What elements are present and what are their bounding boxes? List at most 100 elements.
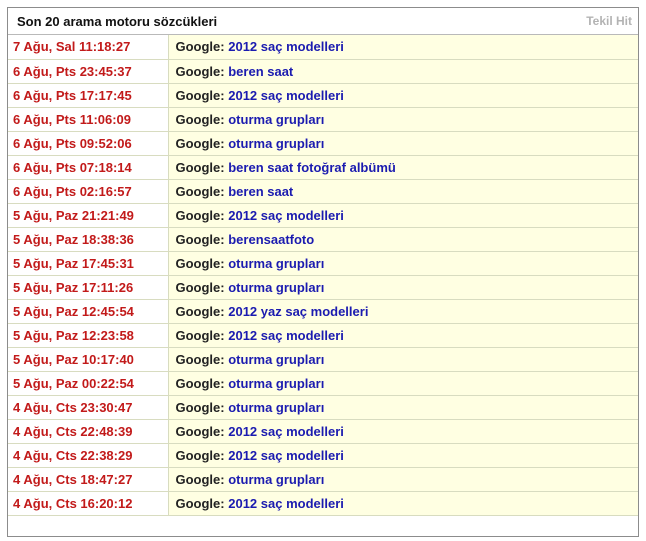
search-query-cell: Google: 2012 saç modelleri xyxy=(168,419,638,444)
panel-header: Son 20 arama motoru sözcükleri Tekil Hit xyxy=(8,8,638,35)
visit-timestamp: 6 Ağu, Pts 02:16:57 xyxy=(8,179,169,204)
search-query-cell: Google: oturma grupları xyxy=(168,395,638,420)
search-query-cell: Google: oturma grupları xyxy=(168,107,638,132)
visit-timestamp: 4 Ağu, Cts 22:38:29 xyxy=(8,443,169,468)
visit-timestamp: 4 Ağu, Cts 16:20:12 xyxy=(8,491,169,516)
table-row: 5 Ağu, Paz 17:11:26 Google: oturma grupla… xyxy=(8,275,638,300)
search-query-cell: Google: 2012 saç modelleri xyxy=(168,323,638,348)
visit-timestamp: 6 Ağu, Pts 23:45:37 xyxy=(8,59,169,84)
search-engine-label: Google: xyxy=(175,279,225,295)
panel-title: Son 20 arama motoru sözcükleri xyxy=(17,13,218,29)
search-keyword-link[interactable]: oturma grupları xyxy=(228,256,324,271)
visit-timestamp: 6 Ağu, Pts 17:17:45 xyxy=(8,83,169,108)
search-engine-label: Google: xyxy=(175,303,225,319)
search-keyword-link[interactable]: oturma grupları xyxy=(228,280,324,295)
search-engine-label: Google: xyxy=(175,495,225,511)
table-row: 5 Ağu, Paz 17:45:31 Google: oturma grupla… xyxy=(8,251,638,276)
search-keyword-link[interactable]: beren saat xyxy=(228,184,293,199)
table-row: 5 Ağu, Paz 00:22:54 Google: oturma grupla… xyxy=(8,371,638,396)
search-query-cell: Google: 2012 saç modelleri xyxy=(168,203,638,228)
search-keyword-link[interactable]: berensaatfoto xyxy=(228,232,314,247)
search-keyword-link[interactable]: beren saat fotoğraf albümü xyxy=(228,160,396,175)
table-row: 4 Ağu, Cts 18:47:27 Google: oturma grupla… xyxy=(8,467,638,492)
search-keyword-link[interactable]: oturma grupları xyxy=(228,472,324,487)
search-keyword-link[interactable]: oturma grupları xyxy=(228,112,324,127)
table-row: 6 Ağu, Pts 07:18:14 Google: beren saat fo… xyxy=(8,155,638,180)
visit-timestamp: 5 Ağu, Paz 00:22:54 xyxy=(8,371,169,396)
search-engine-label: Google: xyxy=(175,231,225,247)
visit-timestamp: 6 Ağu, Pts 09:52:06 xyxy=(8,131,169,156)
search-keyword-link[interactable]: 2012 saç modelleri xyxy=(228,208,344,223)
search-query-cell: Google: oturma grupları xyxy=(168,347,638,372)
visit-timestamp: 4 Ağu, Cts 22:48:39 xyxy=(8,419,169,444)
search-engine-label: Google: xyxy=(175,255,225,271)
search-engine-label: Google: xyxy=(175,423,225,439)
search-engine-label: Google: xyxy=(175,471,225,487)
visit-timestamp: 4 Ağu, Cts 18:47:27 xyxy=(8,467,169,492)
search-engine-label: Google: xyxy=(175,207,225,223)
visit-timestamp: 5 Ağu, Paz 17:45:31 xyxy=(8,251,169,276)
table-row: 4 Ağu, Cts 16:20:12 Google: 2012 saç mode… xyxy=(8,491,638,516)
search-engine-label: Google: xyxy=(175,327,225,343)
search-keyword-link[interactable]: 2012 yaz saç modelleri xyxy=(228,304,368,319)
visit-timestamp: 7 Ağu, Sal 11:18:27 xyxy=(8,35,169,60)
search-keyword-link[interactable]: 2012 saç modelleri xyxy=(228,496,344,511)
search-engine-label: Google: xyxy=(175,87,225,103)
visit-timestamp: 6 Ağu, Pts 11:06:09 xyxy=(8,107,169,132)
search-query-cell: Google: oturma grupları xyxy=(168,371,638,396)
search-keyword-link[interactable]: 2012 saç modelleri xyxy=(228,424,344,439)
search-engine-label: Google: xyxy=(175,351,225,367)
search-query-cell: Google: 2012 saç modelleri xyxy=(168,443,638,468)
search-engine-label: Google: xyxy=(175,39,225,55)
visit-timestamp: 5 Ağu, Paz 21:21:49 xyxy=(8,203,169,228)
keywords-table-body: 7 Ağu, Sal 11:18:27 Google: 2012 saç mode… xyxy=(8,35,638,516)
search-query-cell: Google: oturma grupları xyxy=(168,275,638,300)
table-row: 5 Ağu, Paz 21:21:49 Google: 2012 saç mode… xyxy=(8,203,638,228)
search-engine-label: Google: xyxy=(175,159,225,175)
table-row: 5 Ağu, Paz 10:17:40 Google: oturma grupla… xyxy=(8,347,638,372)
table-row: 6 Ağu, Pts 17:17:45 Google: 2012 saç mode… xyxy=(8,83,638,108)
search-query-cell: Google: beren saat xyxy=(168,59,638,84)
visit-timestamp: 5 Ağu, Paz 18:38:36 xyxy=(8,227,169,252)
search-keyword-link[interactable]: beren saat xyxy=(228,64,293,79)
visit-timestamp: 5 Ağu, Paz 10:17:40 xyxy=(8,347,169,372)
visit-timestamp: 5 Ağu, Paz 12:45:54 xyxy=(8,299,169,324)
table-row: 6 Ağu, Pts 02:16:57 Google: beren saat xyxy=(8,179,638,204)
table-row: 7 Ağu, Sal 11:18:27 Google: 2012 saç mode… xyxy=(8,35,638,60)
table-row: 4 Ağu, Cts 22:48:39 Google: 2012 saç mode… xyxy=(8,419,638,444)
search-query-cell: Google: 2012 saç modelleri xyxy=(168,491,638,516)
search-keyword-link[interactable]: oturma grupları xyxy=(228,400,324,415)
table-row: 5 Ağu, Paz 12:45:54 Google: 2012 yaz saç … xyxy=(8,299,638,324)
visit-timestamp: 5 Ağu, Paz 17:11:26 xyxy=(8,275,169,300)
search-query-cell: Google: oturma grupları xyxy=(168,467,638,492)
search-keyword-link[interactable]: oturma grupları xyxy=(228,352,324,367)
search-keyword-link[interactable]: oturma grupları xyxy=(228,376,324,391)
visit-timestamp: 5 Ağu, Paz 12:23:58 xyxy=(8,323,169,348)
search-engine-label: Google: xyxy=(175,111,225,127)
search-keyword-link[interactable]: 2012 saç modelleri xyxy=(228,328,344,343)
search-query-cell: Google: oturma grupları xyxy=(168,251,638,276)
table-row: 4 Ağu, Cts 23:30:47 Google: oturma grupla… xyxy=(8,395,638,420)
visit-timestamp: 4 Ağu, Cts 23:30:47 xyxy=(8,395,169,420)
search-query-cell: Google: berensaatfoto xyxy=(168,227,638,252)
search-query-cell: Google: oturma grupları xyxy=(168,131,638,156)
search-keyword-link[interactable]: 2012 saç modelleri xyxy=(228,39,344,54)
search-engine-label: Google: xyxy=(175,183,225,199)
table-row: 6 Ağu, Pts 23:45:37 Google: beren saat xyxy=(8,59,638,84)
table-row: 6 Ağu, Pts 09:52:06 Google: oturma grupla… xyxy=(8,131,638,156)
search-engine-label: Google: xyxy=(175,447,225,463)
search-keyword-link[interactable]: 2012 saç modelleri xyxy=(228,88,344,103)
search-query-cell: Google: 2012 saç modelleri xyxy=(168,83,638,108)
search-engine-label: Google: xyxy=(175,63,225,79)
search-keyword-link[interactable]: 2012 saç modelleri xyxy=(228,448,344,463)
search-query-cell: Google: beren saat xyxy=(168,179,638,204)
search-query-cell: Google: beren saat fotoğraf albümü xyxy=(168,155,638,180)
table-row: 6 Ağu, Pts 11:06:09 Google: oturma grupla… xyxy=(8,107,638,132)
keywords-table: 7 Ağu, Sal 11:18:27 Google: 2012 saç mode… xyxy=(8,35,638,516)
search-query-cell: Google: 2012 saç modelleri xyxy=(168,35,638,60)
unique-hit-toggle[interactable]: Tekil Hit xyxy=(586,14,632,28)
visit-timestamp: 6 Ağu, Pts 07:18:14 xyxy=(8,155,169,180)
search-engine-label: Google: xyxy=(175,135,225,151)
search-keyword-link[interactable]: oturma grupları xyxy=(228,136,324,151)
search-query-cell: Google: 2012 yaz saç modelleri xyxy=(168,299,638,324)
